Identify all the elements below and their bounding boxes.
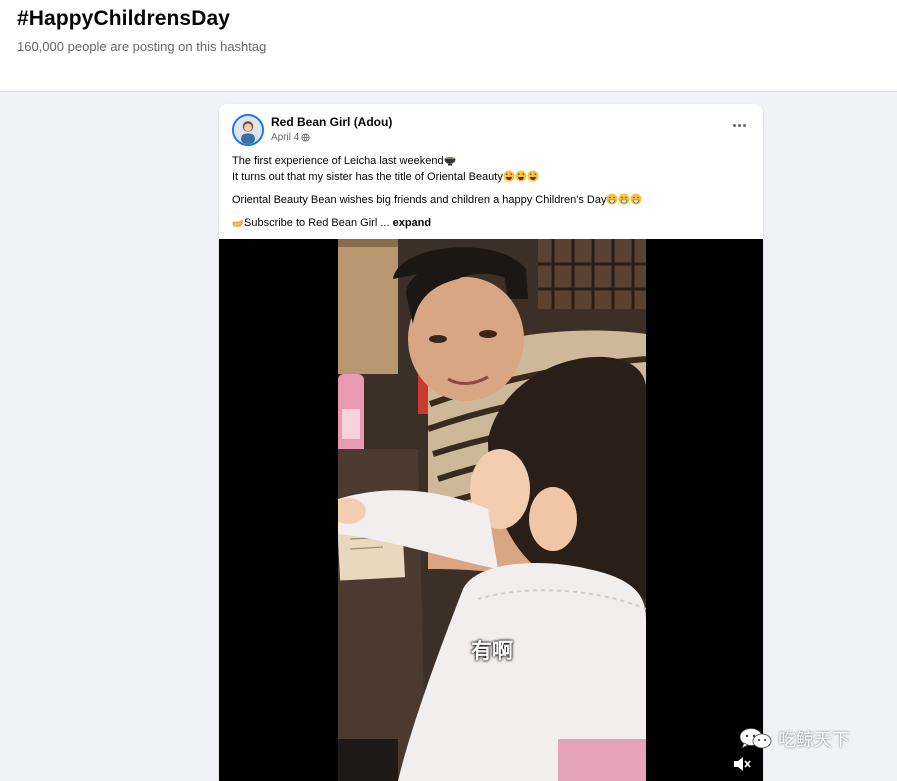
speaker-muted-icon [734,757,751,771]
video-frame[interactable]: 有啊 [338,239,646,781]
post-text-line: The first experience of Leicha last week… [232,153,752,169]
watermark: 吃鲸天下 [738,726,850,752]
video-thumbnail [338,239,646,781]
watermark-text: 吃鲸天下 [778,730,850,751]
bowl-emoji-icon [444,157,456,166]
grinning-emoji-icon [606,193,618,205]
post-card: Red Bean Girl (Adou) April 4 The first e… [219,104,763,781]
globe-icon [301,133,310,142]
post-text-line: It turns out that my sister has the titl… [232,169,752,185]
post-text-line: Oriental Beauty Bean wishes big friends … [232,192,752,208]
pointing-hand-emoji-icon [232,220,243,227]
post-date[interactable]: April 4 [271,132,299,143]
hashtag-header: #HappyChildrensDay 160,000 people are po… [0,0,897,92]
post-text: The first experience of Leicha last week… [232,153,752,231]
more-dots-icon [732,123,736,127]
expand-link[interactable]: expand [393,217,432,229]
avatar-image [234,116,262,144]
video-subtitle: 有啊 [471,639,513,663]
author-name[interactable]: Red Bean Girl (Adou) [271,115,392,129]
laughing-emoji-icon [515,170,527,182]
hashtag-post-count: 160,000 people are posting on this hasht… [17,39,267,54]
post-more-options-button[interactable] [729,118,749,132]
wechat-icon [739,728,772,749]
hashtag-title: #HappyChildrensDay [17,7,231,30]
author-avatar[interactable] [232,114,264,146]
mute-button[interactable] [732,755,752,773]
grinning-emoji-icon [618,193,630,205]
post-text-line: Subscribe to Red Bean Girl ... expand [232,215,752,231]
post-meta: April 4 [271,132,310,143]
grinning-emoji-icon [630,193,642,205]
laughing-emoji-icon [503,170,515,182]
video-player[interactable]: 有啊 [219,239,763,781]
laughing-emoji-icon [527,170,539,182]
